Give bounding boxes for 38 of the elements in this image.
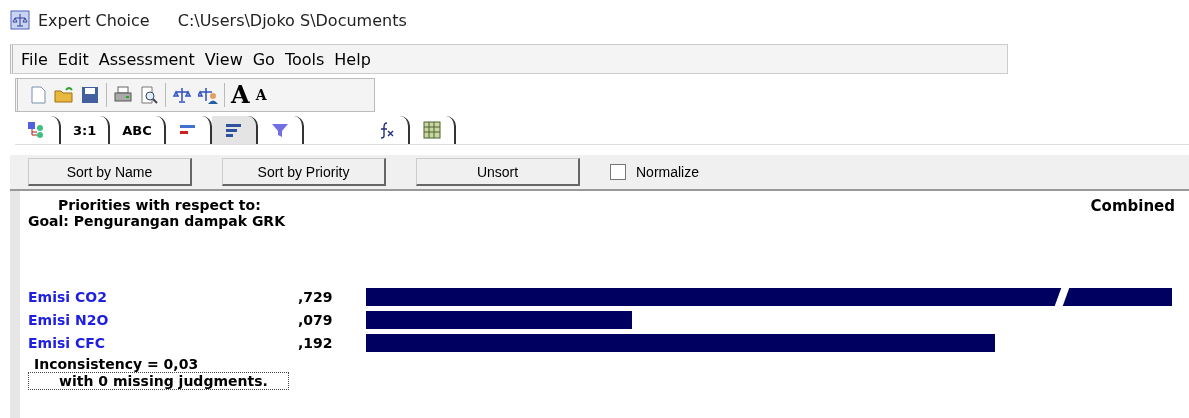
- criterion-name: Emisi CO2: [28, 288, 108, 305]
- inconsistency-label: Inconsistency = 0,03: [33, 356, 200, 372]
- mode-label: Combined: [1090, 197, 1175, 217]
- sort-button[interactable]: Unsort: [416, 158, 580, 186]
- priority-value: ,192: [298, 334, 334, 351]
- checkbox-label: Normalize: [636, 164, 699, 180]
- save-icon[interactable]: [80, 85, 100, 105]
- app-icon: [10, 10, 30, 30]
- font-larger-button[interactable]: A: [231, 83, 250, 107]
- menu-item[interactable]: Go: [252, 49, 275, 69]
- sort-button[interactable]: Sort by Priority: [222, 158, 386, 186]
- menu-item[interactable]: Edit: [57, 49, 89, 69]
- criterion-name: Emisi CFC: [28, 334, 107, 351]
- missing-judgments-label: with 0 missing judgments.: [28, 372, 289, 390]
- tab[interactable]: ABC: [110, 116, 166, 144]
- window-title: Expert Choice: [38, 10, 150, 30]
- tab[interactable]: 3:1: [61, 116, 111, 144]
- menu-item[interactable]: File: [21, 49, 48, 69]
- scale-person-icon[interactable]: [198, 85, 218, 105]
- priority-value: ,079: [298, 311, 334, 328]
- menu-item[interactable]: View: [204, 49, 243, 69]
- report-heading: Priorities with respect to:: [57, 197, 262, 213]
- folder-icon[interactable]: [54, 85, 74, 105]
- menu-item[interactable]: Help: [334, 49, 371, 69]
- menu-item[interactable]: Assessment: [98, 49, 195, 69]
- print-preview-icon[interactable]: [139, 85, 159, 105]
- grid-icon: [421, 120, 442, 140]
- sort-button[interactable]: Sort by Name: [28, 158, 192, 186]
- criterion-name: Emisi N2O: [28, 311, 110, 328]
- font-smaller-button[interactable]: A: [255, 88, 267, 102]
- goal-label: Goal: Pengurangan dampak GRK: [28, 213, 285, 229]
- icon-tab[interactable]: [211, 116, 258, 144]
- priority-value: ,729: [298, 288, 334, 305]
- printer-icon[interactable]: [113, 85, 133, 105]
- menu-item[interactable]: Tools: [284, 49, 325, 69]
- file-path: C:\Users\Djoko S\Documents: [177, 10, 407, 30]
- normalize-checkbox[interactable]: [610, 164, 626, 180]
- scale-icon[interactable]: [172, 85, 192, 105]
